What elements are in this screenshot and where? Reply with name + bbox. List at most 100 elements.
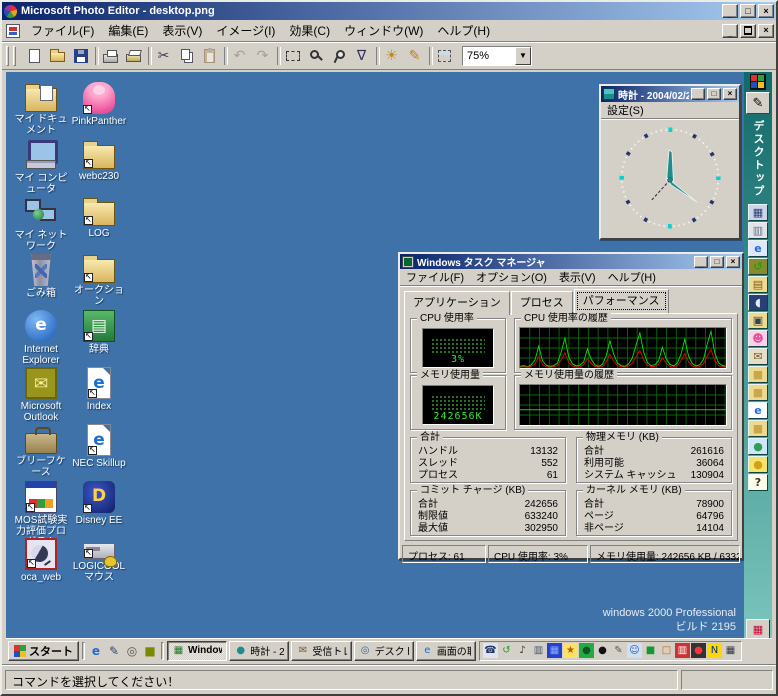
modem-icon[interactable]: ☎ — [483, 643, 498, 658]
folder-icon-3[interactable]: ■ — [748, 420, 768, 437]
norton-icon[interactable]: N — [707, 643, 722, 658]
task-capture[interactable]: e 画面の取... — [416, 641, 476, 661]
taskmgr-menu-item[interactable]: 表示(V) — [553, 267, 602, 287]
pinkpanther-icon[interactable]: ☻ — [748, 330, 768, 347]
recycle-bin-icon[interactable]: ▥ — [748, 222, 768, 239]
menu-item[interactable]: ウィンドウ(W) — [337, 19, 430, 42]
office-logo-icon[interactable] — [750, 74, 766, 90]
new-button[interactable] — [23, 45, 46, 67]
undo-button[interactable]: ↶ — [228, 45, 251, 67]
pcmcia-icon[interactable]: ▥ — [531, 643, 546, 658]
copy-button[interactable] — [175, 45, 198, 67]
menu-item[interactable]: ヘルプ(H) — [430, 19, 497, 42]
icon-webc230[interactable]: webc230 — [70, 139, 128, 196]
clock-ball-icon[interactable]: ● — [748, 456, 768, 473]
card-icon[interactable]: ▥ — [675, 643, 690, 658]
clock-close-button[interactable]: × — [723, 88, 737, 100]
quick-show-desktop-icon[interactable]: ✎ — [106, 643, 122, 659]
globe-icon[interactable]: ● — [748, 438, 768, 455]
icon-my-computer[interactable]: マイ コンピュータ — [12, 139, 70, 196]
mdi-close-button[interactable]: × — [758, 24, 774, 38]
taskmgr-minimize-button[interactable]: _ — [694, 256, 708, 268]
mail-icon[interactable]: ✉ — [748, 348, 768, 365]
notes-button[interactable]: ✎ — [746, 92, 770, 114]
icon-auction[interactable]: オークション — [70, 253, 128, 310]
quick-search-icon[interactable]: ◎ — [124, 643, 140, 659]
icon-oca-web[interactable]: oca_web — [12, 538, 70, 595]
pen-tray-icon[interactable]: ✎ — [611, 643, 626, 658]
ups-icon[interactable]: ★ — [563, 643, 578, 658]
icon-recycle-bin[interactable]: ごみ箱 — [12, 253, 70, 310]
volume-icon[interactable]: ♪ — [515, 643, 530, 658]
internet-explorer-icon[interactable]: e — [748, 240, 768, 257]
start-button[interactable]: スタート — [8, 641, 79, 661]
quick-ie-icon[interactable]: e — [88, 643, 104, 659]
clock-window[interactable]: 時計 - 2004/02/20 _ □ × 設定(S) — [599, 84, 741, 240]
zoom-combobox[interactable]: 75% ▼ — [462, 46, 532, 66]
icon-briefcase[interactable]: ブリーフケース — [12, 424, 70, 481]
title-bar[interactable]: Microsoft Photo Editor - desktop.png _ □… — [2, 2, 776, 20]
my-computer-icon[interactable]: ▦ — [748, 204, 768, 221]
icon-microsoft-outlook[interactable]: ✉ Microsoft Outlook — [12, 367, 70, 424]
menu-item[interactable]: 編集(E) — [101, 19, 155, 42]
web-folder-icon[interactable]: ▤ — [748, 276, 768, 293]
task-inbox[interactable]: ✉ 受信トレイ.. — [291, 641, 351, 661]
ball-icon[interactable]: ● — [595, 643, 610, 658]
toolbar-grip[interactable] — [13, 46, 16, 66]
taskmgr-menu-item[interactable]: ヘルプ(H) — [602, 267, 662, 287]
green-square-icon[interactable]: ■ — [643, 643, 658, 658]
display-grid-icon[interactable]: ▦ — [547, 643, 562, 658]
maximize-button[interactable]: □ — [740, 4, 756, 18]
computer-tray-icon[interactable]: ▦ — [723, 643, 738, 658]
paste-button[interactable] — [198, 45, 221, 67]
icon-disney-ee[interactable]: D Disney EE — [70, 481, 128, 538]
folder-icon[interactable]: ■ — [748, 366, 768, 383]
mdi-restore-button[interactable] — [740, 24, 756, 38]
task-taskmgr[interactable]: ▦ Window... — [167, 641, 227, 661]
icon-my-documents[interactable]: マイ ドキュメント — [12, 82, 70, 139]
menu-item[interactable]: 表示(V) — [155, 19, 209, 42]
mdi-minimize-button[interactable]: _ — [722, 24, 738, 38]
clock-menu-settings[interactable]: 設定(S) — [601, 100, 650, 120]
print-button[interactable] — [99, 45, 122, 67]
zoom-dropdown-button[interactable]: ▼ — [515, 47, 531, 65]
office-app-icon[interactable]: ▦ — [746, 619, 770, 639]
globe-tray-icon[interactable]: ● — [579, 643, 594, 658]
resize-button[interactable] — [433, 45, 456, 67]
pencil-button[interactable]: ✎ — [403, 45, 426, 67]
clock-maximize-button[interactable]: □ — [707, 88, 721, 100]
toolbar-grip[interactable] — [6, 46, 9, 66]
help-icon[interactable]: ? — [748, 474, 768, 491]
icon-pinkpanther[interactable]: PinkPanther — [70, 82, 128, 139]
taskmgr-menu-item[interactable]: オプション(O) — [470, 267, 553, 287]
tv-folder-icon[interactable]: ▣ — [748, 312, 768, 329]
scan-button[interactable] — [122, 45, 145, 67]
minimize-button[interactable]: _ — [722, 4, 738, 18]
recycle-tray-icon[interactable]: ↺ — [499, 643, 514, 658]
select-button[interactable] — [281, 45, 304, 67]
cut-button[interactable]: ✂ — [152, 45, 175, 67]
menu-item[interactable]: ファイル(F) — [24, 19, 101, 42]
task-desktop[interactable]: ◎ デスクトップ.. — [354, 641, 414, 661]
window-tray-icon[interactable]: □ — [659, 643, 674, 658]
folder-icon-2[interactable]: ■ — [748, 384, 768, 401]
traffic-light-icon[interactable]: ● — [691, 643, 706, 658]
image-canvas[interactable]: マイ ドキュメント PinkPanther マイ コンピュータ — [2, 70, 776, 664]
icon-jiten[interactable]: ▤ 辞典 — [70, 310, 128, 367]
user-icon[interactable]: ☺ — [627, 643, 642, 658]
balloon-button[interactable] — [327, 45, 350, 67]
brightness-button[interactable]: ☀ — [380, 45, 403, 67]
icon-internet-explorer[interactable]: e Internet Explorer — [12, 310, 70, 367]
mdi-document-icon[interactable] — [6, 24, 20, 38]
icon-logicool-mouse[interactable]: LOGICOOLマウス — [70, 538, 128, 595]
taskmgr-maximize-button[interactable]: □ — [710, 256, 724, 268]
icon-mos-program[interactable]: MOS試験実力評価プログラム — [12, 481, 70, 538]
icon-nec-skillup[interactable]: e NEC Skillup — [70, 424, 128, 481]
task-manager-window[interactable]: Windows タスク マネージャ _ □ × ファイル(F)オプション(O)表… — [398, 252, 744, 560]
icon-index[interactable]: e Index — [70, 367, 128, 424]
quick-channels-icon[interactable]: ■ — [142, 643, 158, 659]
ie-document-icon[interactable]: e — [748, 402, 768, 419]
taskmgr-menu-item[interactable]: ファイル(F) — [400, 267, 470, 287]
satellite-icon[interactable]: ◖ — [748, 294, 768, 311]
zoom-button[interactable] — [304, 45, 327, 67]
